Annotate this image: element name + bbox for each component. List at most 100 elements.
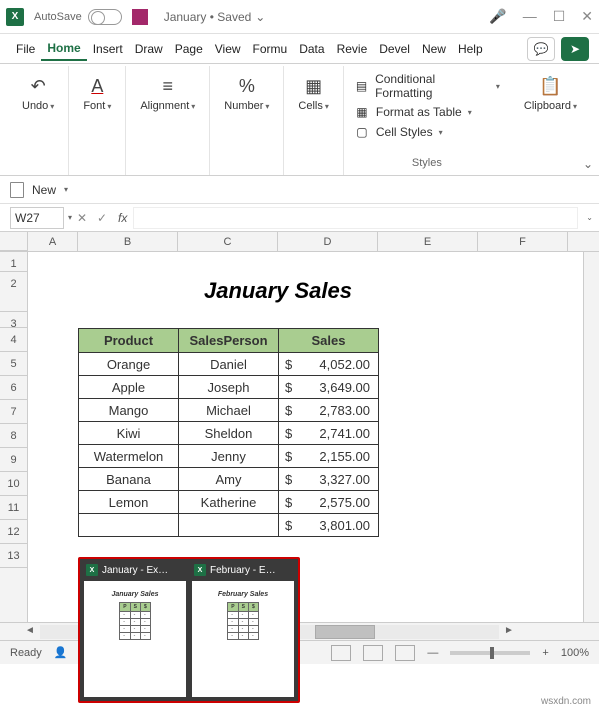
- autosave-toggle[interactable]: [88, 9, 122, 25]
- tab-formulas[interactable]: Formu: [247, 38, 294, 60]
- window-titlebar: X AutoSave January • Saved⌄ 🎤 — ☐ ✕: [0, 0, 599, 34]
- col-header[interactable]: A: [28, 232, 78, 251]
- formula-bar: W27 ▾ ✕ ✓ fx ⌄: [0, 204, 599, 232]
- sheet-title[interactable]: January Sales: [78, 278, 478, 304]
- alignment-button[interactable]: ≡ Alignment▾: [134, 70, 201, 116]
- table-row: 3,801.00: [79, 514, 379, 537]
- chevron-down-icon[interactable]: ▾: [64, 185, 68, 194]
- new-file-icon[interactable]: [10, 182, 24, 198]
- zoom-in-button[interactable]: +: [542, 647, 548, 659]
- zoom-level: 100%: [561, 647, 589, 659]
- row-header[interactable]: 8: [0, 424, 27, 448]
- col-header[interactable]: E: [378, 232, 478, 251]
- styles-group-label: Styles: [354, 157, 500, 171]
- tab-help[interactable]: Help: [452, 38, 489, 60]
- collapse-ribbon-button[interactable]: ⌄: [583, 157, 593, 171]
- table-row: AppleJoseph3,649.00: [79, 376, 379, 399]
- tab-home[interactable]: Home: [41, 37, 86, 61]
- cells-button[interactable]: ▦ Cells▾: [292, 70, 334, 116]
- table-icon: ▦: [354, 104, 370, 120]
- row-header[interactable]: 12: [0, 520, 27, 544]
- page-layout-view-button[interactable]: [363, 645, 383, 661]
- taskbar-thumb-february[interactable]: XFebruary - E… February Sales PS$-------…: [190, 561, 296, 699]
- zoom-out-button[interactable]: —: [427, 647, 438, 659]
- tab-review[interactable]: Revie: [331, 38, 374, 60]
- number-button[interactable]: % Number▾: [218, 70, 275, 116]
- row-header[interactable]: 4: [0, 328, 27, 352]
- col-header[interactable]: D: [278, 232, 378, 251]
- maximize-button[interactable]: ☐: [553, 8, 566, 25]
- row-header[interactable]: 1: [0, 252, 27, 272]
- table-row: KiwiSheldon2,741.00: [79, 422, 379, 445]
- scroll-left-button[interactable]: ◄: [22, 625, 38, 636]
- watermark: wsxdn.com: [541, 696, 591, 707]
- tab-developer[interactable]: Devel: [373, 38, 416, 60]
- row-header[interactable]: 7: [0, 400, 27, 424]
- col-header[interactable]: F: [478, 232, 568, 251]
- table-row: WatermelonJenny2,155.00: [79, 445, 379, 468]
- cancel-formula-button[interactable]: ✕: [72, 211, 92, 225]
- excel-logo-icon: X: [86, 564, 98, 576]
- row-header[interactable]: 2: [0, 272, 27, 312]
- close-button[interactable]: ✕: [581, 8, 593, 25]
- accessibility-icon[interactable]: 👤: [54, 646, 68, 659]
- normal-view-button[interactable]: [331, 645, 351, 661]
- chevron-down-icon: ⌄: [255, 10, 265, 24]
- vertical-scrollbar[interactable]: [583, 252, 599, 622]
- undo-icon: ↶: [26, 74, 50, 98]
- tab-new[interactable]: New: [416, 38, 452, 60]
- tab-insert[interactable]: Insert: [87, 38, 129, 60]
- zoom-slider[interactable]: [450, 651, 530, 655]
- header-product[interactable]: Product: [79, 329, 179, 353]
- share-button[interactable]: ➤: [561, 37, 589, 61]
- thumb-title: February - E…: [210, 565, 276, 576]
- tab-draw[interactable]: Draw: [129, 38, 169, 60]
- col-header[interactable]: B: [78, 232, 178, 251]
- document-title[interactable]: January • Saved⌄: [164, 10, 490, 24]
- expand-formula-bar[interactable]: ⌄: [586, 213, 593, 222]
- tab-page[interactable]: Page: [169, 38, 209, 60]
- new-label[interactable]: New: [32, 183, 56, 197]
- clipboard-button[interactable]: 📋 Clipboard▾: [518, 70, 583, 116]
- thumb-title: January - Ex…: [102, 565, 168, 576]
- conditional-formatting-button[interactable]: ▤Conditional Formatting▾: [354, 70, 500, 102]
- row-header[interactable]: 10: [0, 472, 27, 496]
- tab-view[interactable]: View: [209, 38, 247, 60]
- table-header-row: Product SalesPerson Sales: [79, 329, 379, 353]
- tab-file[interactable]: File: [10, 38, 41, 60]
- accept-formula-button[interactable]: ✓: [92, 211, 112, 225]
- conditional-formatting-icon: ▤: [354, 78, 369, 94]
- cells-icon: ▦: [302, 74, 326, 98]
- cell-styles-icon: ▢: [354, 124, 370, 140]
- cell-styles-button[interactable]: ▢Cell Styles▾: [354, 122, 500, 142]
- comments-button[interactable]: 💬: [527, 37, 555, 61]
- row-header[interactable]: 3: [0, 312, 27, 328]
- header-sales[interactable]: Sales: [279, 329, 379, 353]
- row-header[interactable]: 6: [0, 376, 27, 400]
- mic-icon[interactable]: 🎤: [489, 8, 506, 25]
- row-header[interactable]: 5: [0, 352, 27, 376]
- header-salesperson[interactable]: SalesPerson: [179, 329, 279, 353]
- format-as-table-button[interactable]: ▦Format as Table▾: [354, 102, 500, 122]
- save-icon[interactable]: [132, 9, 148, 25]
- formula-input[interactable]: [133, 207, 578, 229]
- chevron-down-icon: ▾: [50, 102, 54, 111]
- column-headers: A B C D E F: [0, 232, 599, 252]
- undo-button[interactable]: ↶ Undo▾: [16, 70, 60, 116]
- scroll-thumb[interactable]: [315, 625, 375, 639]
- taskbar-thumb-january[interactable]: XJanuary - Ex… January Sales PS$--------…: [82, 561, 188, 699]
- minimize-button[interactable]: —: [523, 8, 537, 25]
- page-break-view-button[interactable]: [395, 645, 415, 661]
- row-header[interactable]: 11: [0, 496, 27, 520]
- row-header[interactable]: 13: [0, 544, 27, 568]
- table-row: OrangeDaniel4,052.00: [79, 353, 379, 376]
- row-header[interactable]: 9: [0, 448, 27, 472]
- row-headers: 1 2 3 4 5 6 7 8 9 10 11 12 13: [0, 252, 28, 622]
- font-button[interactable]: A Font▾: [77, 70, 117, 116]
- tab-data[interactable]: Data: [293, 38, 330, 60]
- name-box[interactable]: W27: [10, 207, 64, 229]
- scroll-right-button[interactable]: ►: [501, 625, 517, 636]
- col-header[interactable]: C: [178, 232, 278, 251]
- fx-icon[interactable]: fx: [112, 211, 133, 225]
- select-all-corner[interactable]: [0, 232, 28, 251]
